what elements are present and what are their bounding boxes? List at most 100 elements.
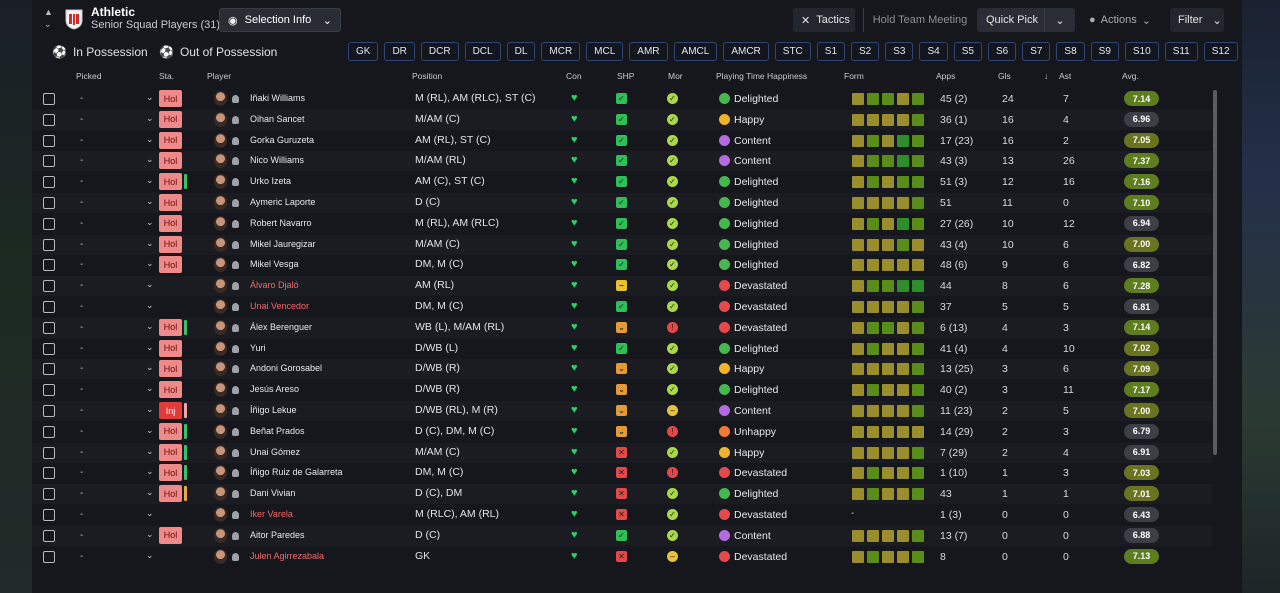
- row-checkbox[interactable]: [43, 113, 55, 126]
- chevron-down-icon[interactable]: ⌄: [146, 550, 154, 561]
- status-badge[interactable]: Hol: [159, 152, 182, 170]
- status-badge[interactable]: Hol: [159, 485, 182, 503]
- status-badge[interactable]: Hol: [159, 256, 182, 274]
- player-name[interactable]: Jesús Areso: [250, 384, 299, 394]
- position-chip[interactable]: S7: [1022, 42, 1051, 61]
- position-chip[interactable]: S1: [816, 42, 846, 61]
- chevron-down-icon[interactable]: ⌄: [146, 383, 154, 394]
- player-name[interactable]: Yuri: [250, 343, 266, 353]
- col-avg[interactable]: Avg.: [1122, 71, 1139, 81]
- table-row[interactable]: - ⌄ Hol Unai Gómez M/AM (C) ♥ ✕ ✓ Happy 7 (29) 2 4 6…: [32, 442, 1212, 463]
- position-chip[interactable]: S11: [1164, 42, 1198, 61]
- chevron-down-icon[interactable]: ⌄: [146, 446, 154, 457]
- row-checkbox[interactable]: [43, 467, 55, 480]
- status-badge[interactable]: Inj: [159, 402, 182, 419]
- table-row[interactable]: - ⌄ Hol Mikel Jauregizar M/AM (C) ♥ ✓ ✓ Delighte…: [32, 234, 1212, 255]
- position-chip[interactable]: S12: [1203, 42, 1238, 61]
- col-form[interactable]: Form: [844, 71, 864, 81]
- row-checkbox[interactable]: [43, 280, 55, 293]
- table-row[interactable]: - ⌄ Hol Álex Berenguer WB (L), M/AM (RL) ♥ ⌄! D…: [32, 317, 1212, 338]
- table-row[interactable]: - ⌄ Hol Robert Navarro M (RL), AM (RLC) ♥ ✓ ✓ De…: [32, 214, 1212, 234]
- row-checkbox[interactable]: [43, 321, 55, 334]
- chevron-down-icon[interactable]: ⌄: [146, 404, 154, 415]
- table-row[interactable]: - ⌄ Hol Íñigo Ruiz de Galarreta DM, M (C) ♥ ✕!…: [32, 463, 1212, 483]
- player-name[interactable]: Álvaro Djaló: [250, 280, 299, 290]
- status-badge[interactable]: Hol: [159, 318, 182, 336]
- status-badge[interactable]: Hol: [159, 110, 182, 128]
- table-row[interactable]: - ⌄ Hol Aymeric Laporte D (C) ♥ ✓ ✓ Delighted 51 1…: [32, 193, 1212, 213]
- status-badge[interactable]: Hol: [159, 360, 182, 378]
- table-row[interactable]: - ⌄ Hol Dani Vivian D (C), DM ♥ ✕ ✓ Delighted 43 1…: [32, 484, 1212, 505]
- col-sta[interactable]: Sta.: [159, 71, 174, 81]
- table-row[interactable]: - ⌄ Inj Íñigo Lekue D/WB (RL), M (R) ♥ ⌄ – Conte…: [32, 401, 1212, 421]
- row-checkbox[interactable]: [43, 550, 55, 563]
- player-name[interactable]: Unai Vencedor: [250, 301, 309, 311]
- row-checkbox[interactable]: [43, 488, 55, 501]
- chevron-down-icon[interactable]: ⌄: [146, 487, 154, 498]
- status-badge[interactable]: Hol: [159, 464, 182, 482]
- table-row[interactable]: - ⌄ Hol Andoni Gorosabel D/WB (R) ♥ ⌄ ✓ Happy 13 …: [32, 359, 1212, 380]
- col-gls[interactable]: Gls: [998, 71, 1011, 81]
- player-name[interactable]: Julen Agirrezabala: [250, 551, 324, 561]
- chevron-down-icon[interactable]: ⌄: [146, 217, 154, 228]
- collapse-toggle[interactable]: ▲ ⌄: [44, 6, 56, 30]
- chevron-down-icon[interactable]: ⌄: [146, 342, 154, 353]
- player-name[interactable]: Robert Navarro: [250, 218, 312, 228]
- position-chip[interactable]: S9: [1090, 42, 1119, 61]
- row-checkbox[interactable]: [43, 176, 55, 189]
- status-badge[interactable]: Hol: [159, 526, 182, 544]
- chevron-down-icon[interactable]: ⌄: [146, 425, 154, 436]
- col-ast[interactable]: Ast: [1059, 71, 1071, 81]
- player-name[interactable]: Beñat Prados: [250, 426, 305, 436]
- scrollbar[interactable]: [1213, 90, 1217, 455]
- chevron-down-icon[interactable]: ⌄: [146, 321, 154, 332]
- col-playing-time-happiness[interactable]: Playing Time Happiness: [716, 71, 807, 81]
- row-checkbox[interactable]: [43, 197, 55, 209]
- status-badge[interactable]: Hol: [159, 90, 182, 107]
- table-row[interactable]: - ⌄ Hol Jesús Areso D/WB (R) ♥ ⌄ ✓ Delighted 40 (…: [32, 380, 1212, 400]
- status-badge[interactable]: Hol: [159, 214, 182, 232]
- out-of-possession-tab[interactable]: ⚽ Out of Possession: [159, 45, 277, 59]
- player-name[interactable]: Íñigo Lekue: [250, 405, 297, 415]
- position-chip[interactable]: MCR: [541, 42, 581, 61]
- position-chip[interactable]: STC: [774, 42, 811, 61]
- row-checkbox[interactable]: [43, 238, 55, 251]
- row-checkbox[interactable]: [43, 509, 55, 521]
- filter-button[interactable]: Filter ⌄: [1170, 8, 1224, 32]
- actions-button[interactable]: ● Actions ⌄: [1085, 8, 1151, 32]
- position-chip[interactable]: S4: [919, 42, 948, 61]
- table-row[interactable]: - ⌄ Unai Vencedor DM, M (C) ♥ ✓ ✓ Devastated 37 5…: [32, 297, 1212, 317]
- player-name[interactable]: Gorka Guruzeta: [250, 135, 314, 145]
- row-checkbox[interactable]: [43, 259, 55, 272]
- player-name[interactable]: Mikel Vesga: [250, 259, 299, 269]
- status-badge[interactable]: Hol: [159, 381, 182, 399]
- status-badge[interactable]: Hol: [159, 173, 182, 191]
- row-checkbox[interactable]: [43, 363, 55, 376]
- position-chip[interactable]: DCR: [420, 42, 459, 61]
- player-name[interactable]: Dani Vivian: [250, 488, 295, 498]
- player-name[interactable]: Iñaki Williams: [250, 93, 305, 103]
- col-apps[interactable]: Apps: [936, 71, 955, 81]
- table-row[interactable]: - ⌄ Julen Agirrezabala GK ♥ ✕ – Devastated 8 0 0 7.…: [32, 547, 1212, 567]
- position-chip[interactable]: DCL: [464, 42, 501, 61]
- col-player[interactable]: Player: [207, 71, 231, 81]
- player-name[interactable]: Íñigo Ruiz de Galarreta: [250, 467, 343, 477]
- status-badge[interactable]: Hol: [159, 131, 182, 149]
- table-row[interactable]: - ⌄ Iker Varela M (RLC), AM (RL) ♥ ✕ ✓ Devastat…: [32, 505, 1212, 525]
- row-checkbox[interactable]: [43, 155, 55, 168]
- chevron-down-icon[interactable]: ⌄: [146, 113, 154, 124]
- table-row[interactable]: - ⌄ Hol Nico Williams M/AM (RL) ♥ ✓ ✓ Content 43 …: [32, 151, 1212, 172]
- table-row[interactable]: - ⌄ Hol Gorka Guruzeta AM (RL), ST (C) ♥ ✓ ✓ Con…: [32, 131, 1212, 151]
- player-name[interactable]: Álex Berenguer: [250, 322, 312, 332]
- position-chip[interactable]: S5: [953, 42, 982, 61]
- player-name[interactable]: Unai Gómez: [250, 447, 300, 457]
- player-name[interactable]: Aymeric Laporte: [250, 197, 315, 207]
- position-chip[interactable]: AMCR: [723, 42, 769, 61]
- position-chip[interactable]: S3: [885, 42, 914, 61]
- table-row[interactable]: - ⌄ Hol Yuri D/WB (L) ♥ ✓ ✓ Delighted 41 (4) 4 10 7.…: [32, 339, 1212, 359]
- table-row[interactable]: - ⌄ Hol Mikel Vesga DM, M (C) ♥ ✓ ✓ Delighted 48 …: [32, 255, 1212, 275]
- chevron-down-icon[interactable]: ⌄: [146, 300, 154, 311]
- row-checkbox[interactable]: [43, 217, 55, 230]
- chevron-down-icon[interactable]: ⌄: [146, 134, 154, 145]
- col-picked[interactable]: Picked: [76, 71, 102, 81]
